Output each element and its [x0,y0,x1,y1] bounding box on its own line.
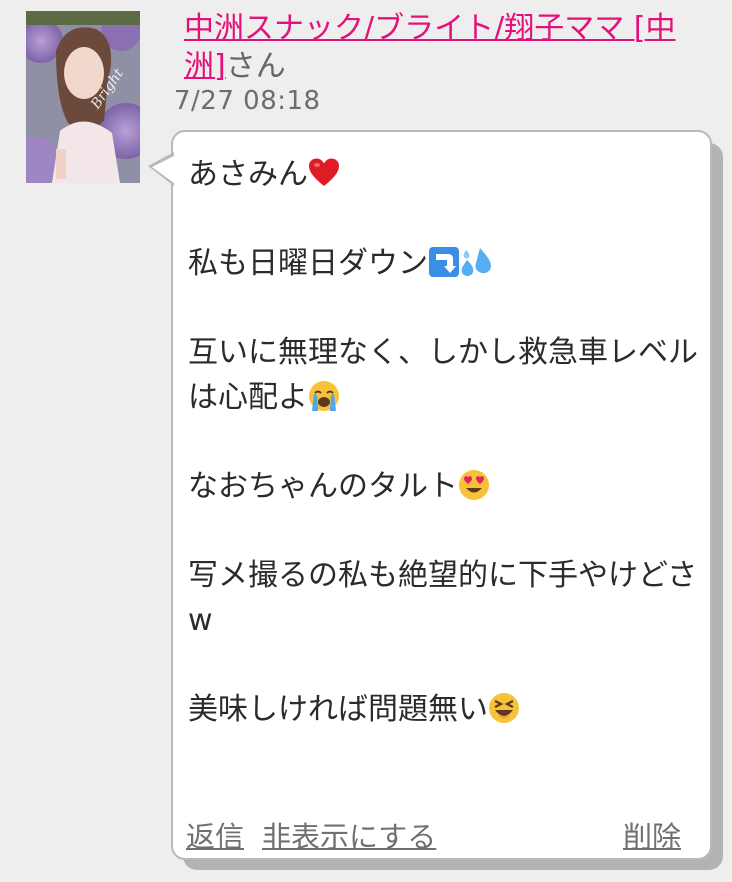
message-paragraph: 互いに無理なく、しかし救急車レベルは心配よ [188,330,698,420]
sender-line: 中洲スナック/ブライト/翔子ママ [中洲]さん [184,10,694,86]
message-paragraph: なおちゃんのタルト [188,464,698,509]
message-text: なおちゃんのタルト [188,469,458,504]
post-timestamp: 7/27 08:18 [174,86,321,116]
avatar-photo [26,11,140,183]
hide-link[interactable]: 非表示にする [262,814,436,856]
message-paragraph: 私も日曜日ダウン [188,241,698,286]
sweat-droplets-icon [461,248,491,276]
message-text: あさみん [188,157,308,192]
message-body: あさみん 私も日曜日ダウン 互いに無理なく、しかし救急車レベルは心配よ なおちゃ… [188,152,698,776]
avatar[interactable]: Bright [26,11,140,183]
bubble-tail-inner [152,156,174,183]
reply-link[interactable]: 返信 [186,814,244,856]
delete-link[interactable]: 削除 [623,814,681,856]
message-text: 私も日曜日ダウン [188,246,428,281]
heart-eyes-face-icon [459,470,489,500]
message-paragraph: 美味しければ問題無い [188,687,698,732]
loudly-crying-face-icon [309,381,339,411]
red-heart-icon [309,158,339,186]
message-text: 互いに無理なく、しかし救急車レベルは心配よ [188,335,698,415]
message-text: 美味しければ問題無い [188,692,488,727]
message-paragraph: あさみん [188,152,698,197]
down-arrow-icon [429,247,459,277]
sender-suffix: さん [225,49,286,84]
laughing-face-icon [489,693,519,723]
message-paragraph: 写メ撮るの私も絶望的に下手やけどさw [188,553,698,643]
message-post: Bright 中洲スナック/ブライト/翔子ママ [中洲]さん 7/27 08:1… [0,0,732,882]
message-text: 写メ撮るの私も絶望的に下手やけどさw [188,558,698,638]
